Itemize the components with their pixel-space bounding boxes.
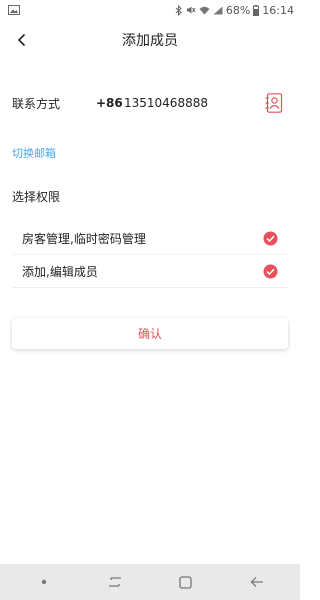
permission-label: 添加,编辑成员 [22, 264, 98, 279]
address-book-icon [265, 93, 283, 113]
permission-label: 房客管理,临时密码管理 [22, 231, 146, 246]
status-time: 16:14 [262, 3, 294, 17]
permissions-list: 房客管理,临时密码管理 添加,编辑成员 [12, 222, 288, 288]
mute-icon [186, 6, 196, 14]
bluetooth-icon [175, 4, 182, 16]
recents-icon [108, 577, 121, 587]
contact-row: 联系方式 +86 [0, 86, 300, 120]
permission-item[interactable]: 房客管理,临时密码管理 [12, 222, 288, 255]
signal-icon [213, 6, 223, 14]
dot-icon [41, 579, 46, 585]
confirm-button[interactable]: 确认 [12, 318, 288, 349]
status-bar: 68% 16:14 [0, 0, 300, 20]
nav-recents-button[interactable] [95, 564, 135, 600]
back-button[interactable] [10, 28, 34, 52]
home-square-icon [179, 575, 192, 589]
nav-home-button[interactable] [166, 564, 206, 600]
status-left [8, 5, 20, 15]
gallery-notification-icon [8, 5, 20, 15]
header: 添加成员 [0, 20, 300, 60]
contacts-button[interactable] [262, 91, 286, 115]
check-circle-icon [263, 231, 278, 246]
permission-item[interactable]: 添加,编辑成员 [12, 255, 288, 288]
country-code-selector[interactable]: +86 [96, 96, 124, 110]
nav-dot-button[interactable] [24, 564, 64, 600]
page-title: 添加成员 [122, 33, 178, 49]
back-arrow-icon [250, 577, 263, 587]
chevron-left-icon [17, 33, 26, 47]
switch-email-link[interactable]: 切换邮箱 [12, 145, 56, 161]
contact-label: 联系方式 [12, 96, 61, 111]
status-right: 68% 16:14 [175, 4, 294, 17]
nav-back-button[interactable] [237, 564, 277, 600]
check-circle-icon [263, 264, 278, 279]
battery-percent: 68% [225, 3, 251, 17]
permissions-title: 选择权限 [12, 190, 61, 204]
phone-input[interactable] [124, 96, 242, 110]
battery-icon [253, 4, 260, 16]
wifi-icon [199, 6, 210, 14]
system-nav-bar [0, 564, 300, 600]
